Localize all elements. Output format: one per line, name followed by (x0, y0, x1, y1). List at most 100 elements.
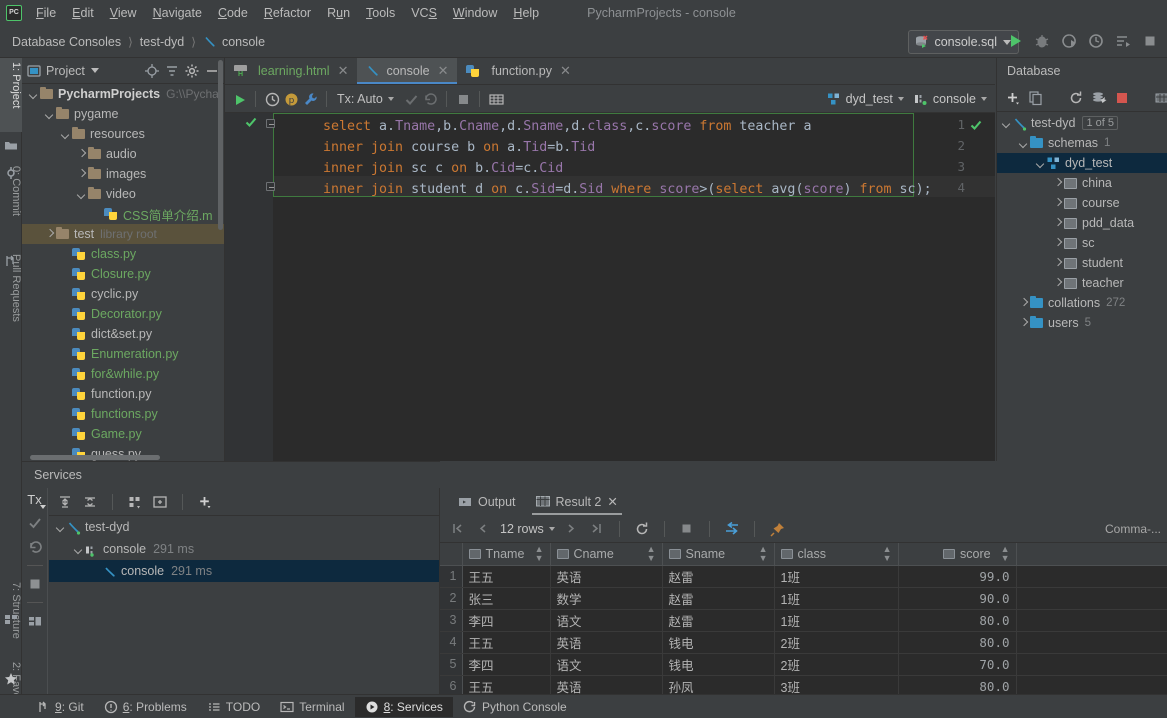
prev-page-icon[interactable] (475, 521, 491, 537)
menu-item-view[interactable]: View (102, 3, 145, 23)
column-header-score[interactable]: score ▲ ▼ (898, 543, 1017, 566)
transaction-mode-selector[interactable]: Tx: Auto (337, 92, 394, 106)
chevron-right-icon[interactable] (1018, 298, 1029, 309)
cell-class[interactable]: 2班 (774, 653, 899, 676)
menu-item-refactor[interactable]: Refactor (256, 3, 319, 23)
cell-tname[interactable]: 张三 (462, 587, 551, 610)
cell-tname[interactable]: 王五 (462, 631, 551, 654)
sidebar-item-project[interactable]: 1: Project (0, 58, 22, 132)
menu-item-tools[interactable]: Tools (358, 3, 403, 23)
next-page-icon[interactable] (564, 521, 580, 537)
stop-icon[interactable] (1114, 90, 1130, 106)
statusbar-item-python-console[interactable]: Python Console (453, 697, 577, 717)
project-tree-item-resources[interactable]: resources (22, 124, 224, 144)
database-tree[interactable]: test-dyd 1 of 5 schemas 1 dyd_test china cours… (997, 113, 1167, 461)
cell-cname[interactable]: 英语 (550, 565, 663, 588)
cell-sname[interactable]: 钱电 (662, 631, 775, 654)
cell-cname[interactable]: 语文 (550, 609, 663, 632)
services-tree[interactable]: test-dyd console 291 ms console 291 ms (49, 516, 439, 694)
cell-sname[interactable]: 赵雷 (662, 609, 775, 632)
chevron-down-icon[interactable] (1001, 118, 1012, 129)
chevron-right-icon[interactable] (1052, 218, 1063, 229)
statusbar-item-9-git[interactable]: 9: Git (26, 697, 94, 717)
project-tree-item-images[interactable]: images (22, 164, 224, 184)
last-page-icon[interactable] (589, 521, 605, 537)
sync-icon[interactable] (1091, 90, 1107, 106)
collapse-all-icon[interactable] (164, 63, 180, 79)
table-row[interactable]: 6 王五 英语 孙凤 3班 80.0 (440, 675, 1167, 694)
column-header-tname[interactable]: Tname ▲ ▼ (462, 543, 551, 566)
refresh-icon[interactable] (1068, 90, 1084, 106)
column-header-sname[interactable]: Sname ▲ ▼ (662, 543, 775, 566)
close-icon[interactable]: ✕ (560, 63, 571, 79)
locate-icon[interactable] (144, 63, 160, 79)
cell-class[interactable]: 1班 (774, 565, 899, 588)
statusbar-item-terminal[interactable]: Terminal (270, 697, 354, 717)
db-tree-item-schemas[interactable]: schemas 1 (997, 133, 1167, 153)
run-with-parameters-icon[interactable] (1112, 30, 1134, 52)
collapse-all-icon[interactable] (82, 494, 98, 510)
stop-icon[interactable] (27, 576, 43, 592)
cell-class[interactable]: 1班 (774, 587, 899, 610)
db-tree-item-china[interactable]: china (997, 173, 1167, 193)
add-icon[interactable] (1005, 90, 1021, 106)
breadcrumb-test-dyd[interactable]: test-dyd (140, 35, 184, 49)
table-row[interactable]: 2 张三 数学 赵雷 1班 90.0 (440, 587, 1167, 610)
tx-icon[interactable]: Tx (27, 492, 46, 509)
cell-cname[interactable]: 英语 (550, 675, 663, 694)
project-tree-item-functions-py[interactable]: functions.py (22, 404, 224, 424)
stop-icon[interactable] (679, 521, 695, 537)
close-icon[interactable]: ✕ (438, 63, 449, 79)
debug-icon[interactable] (1031, 30, 1053, 52)
group-icon[interactable] (127, 494, 143, 510)
wrench-icon[interactable] (302, 91, 318, 107)
execute-icon[interactable] (231, 91, 247, 107)
chevron-right-icon[interactable] (1052, 238, 1063, 249)
project-tree-item-css-m[interactable]: CSS简单介绍.m (22, 204, 224, 224)
table-row[interactable]: 5 李四 语文 钱电 2班 70.0 (440, 653, 1167, 676)
db-tree-item-teacher[interactable]: teacher (997, 273, 1167, 293)
cell-cname[interactable]: 语文 (550, 653, 663, 676)
db-tree-item-test-dyd[interactable]: test-dyd 1 of 5 (997, 113, 1167, 133)
project-tree-item-cyclic-py[interactable]: cyclic.py (22, 284, 224, 304)
run-configuration-selector[interactable]: console.sql (908, 30, 1019, 54)
chevron-down-icon[interactable] (90, 68, 99, 73)
cell-score[interactable]: 70.0 (898, 653, 1017, 676)
cell-tname[interactable]: 王五 (462, 565, 551, 588)
cell-sname[interactable]: 赵雷 (662, 587, 775, 610)
transpose-icon[interactable] (724, 521, 740, 537)
editor-tab-function-py[interactable]: function.py ✕ (457, 58, 579, 84)
project-tree-item-closure-py[interactable]: Closure.py (22, 264, 224, 284)
chevron-down-icon[interactable] (28, 89, 39, 100)
project-tree-item-decorator-py[interactable]: Decorator.py (22, 304, 224, 324)
cell-sname[interactable]: 钱电 (662, 653, 775, 676)
project-tree-item-enumeration-py[interactable]: Enumeration.py (22, 344, 224, 364)
parameters-icon[interactable]: p (283, 91, 299, 107)
statusbar-item-todo[interactable]: TODO (197, 697, 270, 717)
menu-item-vcs[interactable]: VCS (403, 3, 445, 23)
row-count-selector[interactable]: 12 rows (500, 522, 555, 536)
cell-tname[interactable]: 王五 (462, 675, 551, 694)
pin-tab-icon[interactable] (769, 521, 785, 537)
close-icon[interactable]: ✕ (338, 63, 349, 79)
result-tab-bar[interactable]: Output Result 2 ✕ (440, 488, 1167, 515)
rollback-icon[interactable] (422, 91, 438, 107)
project-horizontal-scrollbar[interactable] (30, 455, 160, 460)
db-tree-item-course[interactable]: course (997, 193, 1167, 213)
project-vertical-scrollbar[interactable] (218, 60, 223, 230)
cell-class[interactable]: 1班 (774, 609, 899, 632)
project-tree-item-for-while-py[interactable]: for&while.py (22, 364, 224, 384)
services-tree-item-console[interactable]: console 291 ms (49, 560, 439, 582)
statusbar-item-6-problems[interactable]: 6: Problems (94, 697, 197, 717)
run-with-coverage-icon[interactable] (1058, 30, 1080, 52)
profile-icon[interactable] (1085, 30, 1107, 52)
result-tab-result-2[interactable]: Result 2 ✕ (526, 488, 628, 515)
menu-item-navigate[interactable]: Navigate (145, 3, 210, 23)
run-icon[interactable] (1004, 30, 1026, 52)
db-tree-item-collations[interactable]: collations 272 (997, 293, 1167, 313)
session-selector[interactable]: console (914, 92, 987, 106)
layout-icon[interactable] (27, 613, 43, 629)
table-row[interactable]: 3 李四 语文 赵雷 1班 80.0 (440, 609, 1167, 632)
project-tree-item-pygame[interactable]: pygame (22, 104, 224, 124)
chevron-right-icon[interactable] (1018, 318, 1029, 329)
